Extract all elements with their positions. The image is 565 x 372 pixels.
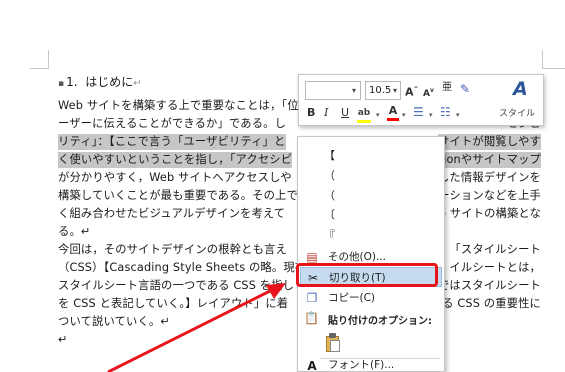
annotation-arrow bbox=[107, 283, 286, 372]
annotation-arrow-shaft bbox=[107, 287, 275, 372]
